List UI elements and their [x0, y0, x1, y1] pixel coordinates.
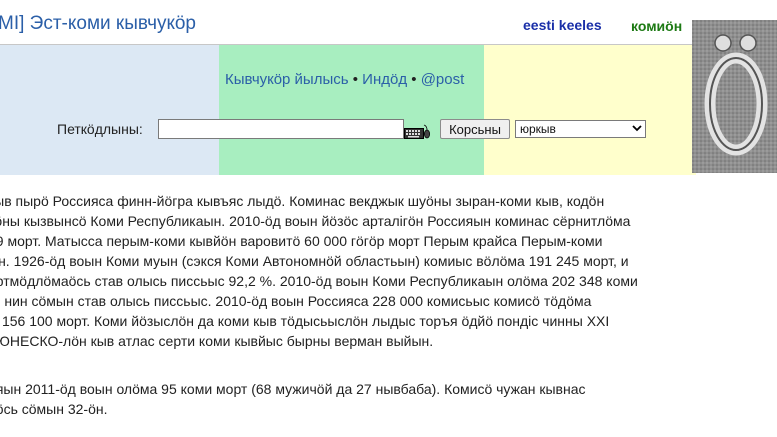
body-paragraph-1: кыв пырӧ Россияса финн-йӧгра кывъяс лыдӧ… [0, 191, 638, 351]
search-input[interactable] [158, 119, 404, 139]
nav-link-email[interactable]: @post [421, 71, 465, 88]
chevron-down-icon [632, 125, 642, 132]
body-paragraph-2: ияын 2011-ӧд воын олӧма 95 коми морт (68… [0, 379, 586, 419]
paragraph-line: % нин сӧмын став олысь писсьыс. 2010-ӧд … [0, 293, 592, 309]
lang-link-komi[interactable]: комиӧн [631, 18, 682, 34]
nav-links: Кывчукӧр йылысь • Индӧд • @post [225, 71, 464, 88]
paragraph-line: ы 156 100 морт. Коми йӧзыслӧн да коми кы… [0, 313, 610, 329]
nav-link-about[interactable]: Кывчукӧр йылысь [225, 71, 349, 88]
paragraph-line: кыв пырӧ Россияса финн-йӧгра кывъяс лыдӧ… [0, 193, 605, 209]
search-mode-value: юркыв [520, 122, 556, 136]
paragraph-line: артмӧдлӧмаöсь став олысь писсьыс 92,2 %.… [0, 273, 638, 289]
top-bar: MI] Эст-коми кывчукӧр eesti keeles комиӧ… [0, 0, 777, 44]
paragraph-line: 99 морт. Матысса перым-коми кывйӧн варов… [0, 233, 603, 249]
komi-letter-logo [692, 20, 777, 173]
search-button[interactable]: Корсьны [440, 119, 510, 139]
paragraph-line: аöсь сӧмын 32-ӧн. [0, 401, 108, 417]
search-label: Петкӧдлыны: [57, 121, 143, 137]
paragraph-line: ияын 2011-ӧд воын олӧма 95 коми морт (68… [0, 381, 586, 397]
nav-separator: • [352, 71, 358, 88]
keyboard-icon[interactable] [404, 124, 430, 140]
right-panel [484, 45, 696, 175]
left-panel [0, 45, 219, 175]
paragraph-line: . ЮНЕСКО-лӧн кыв атлас серти коми кывйыс… [0, 333, 434, 349]
lang-link-estonian[interactable]: eesti keeles [523, 17, 602, 33]
center-panel [219, 45, 484, 175]
nav-separator: • [411, 71, 417, 88]
paragraph-line: ын. 1926-ӧд воын Коми муын (сэкся Коми А… [0, 253, 629, 269]
search-mode-select[interactable]: юркыв [515, 120, 646, 138]
nav-link-guide[interactable]: Индӧд [362, 71, 407, 88]
site-title[interactable]: MI] Эст-коми кывчукӧр [0, 13, 196, 35]
paragraph-line: тӧны кызвынсӧ Коми Республикаын. 2010-ӧд… [0, 213, 631, 229]
